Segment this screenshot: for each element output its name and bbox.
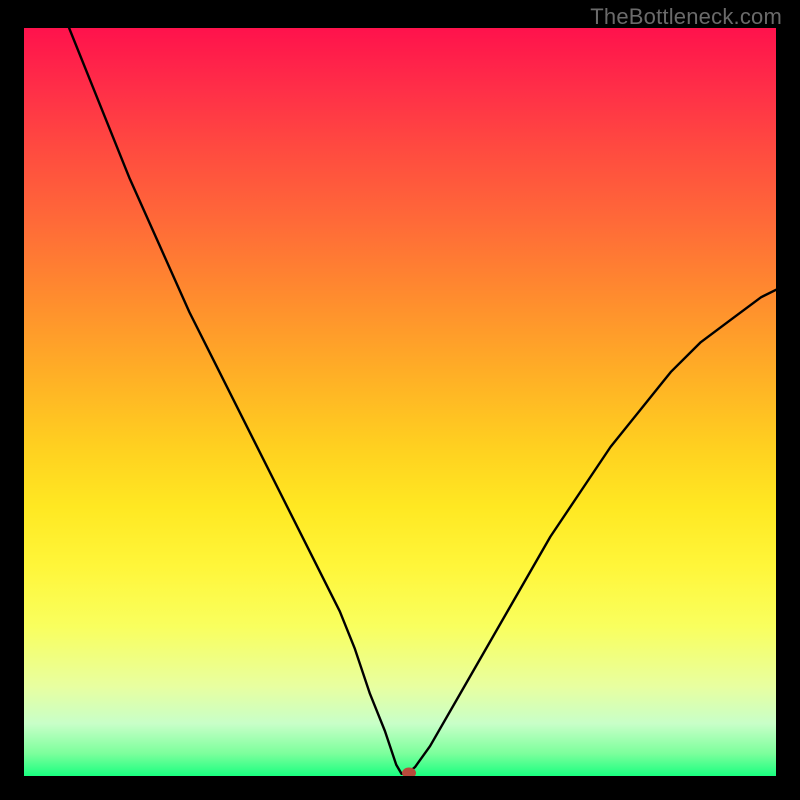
chart-frame: TheBottleneck.com bbox=[0, 0, 800, 800]
plot-area bbox=[24, 28, 776, 776]
bottleneck-curve bbox=[69, 28, 776, 774]
watermark-text: TheBottleneck.com bbox=[590, 4, 782, 30]
bottleneck-curve-svg bbox=[24, 28, 776, 776]
